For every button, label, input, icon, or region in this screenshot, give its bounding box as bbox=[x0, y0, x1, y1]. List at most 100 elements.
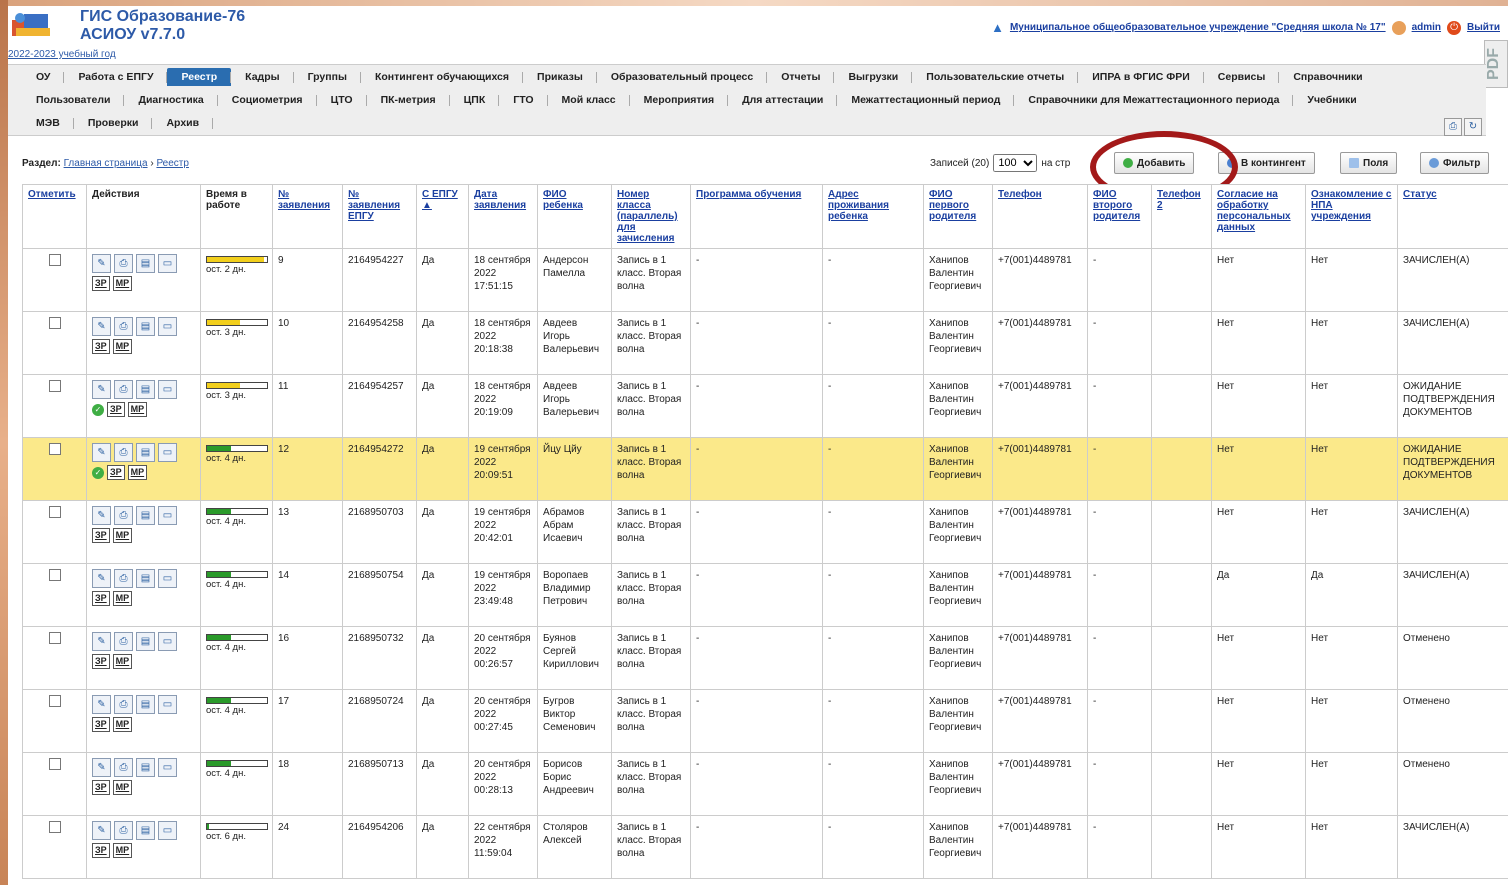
edit-icon[interactable]: ✎ bbox=[92, 632, 111, 651]
edit-icon[interactable]: ✎ bbox=[92, 569, 111, 588]
document-icon[interactable]: ▭ bbox=[158, 695, 177, 714]
document-icon[interactable]: ▭ bbox=[158, 821, 177, 840]
er-tag[interactable]: ЗР bbox=[92, 780, 110, 795]
row-checkbox[interactable] bbox=[48, 569, 61, 581]
fields-button[interactable]: Поля bbox=[1340, 152, 1398, 174]
card-icon[interactable]: ▤ bbox=[136, 632, 155, 651]
menu-item[interactable]: Образовательный процесс bbox=[597, 68, 768, 86]
card-icon[interactable]: ▤ bbox=[136, 695, 155, 714]
row-checkbox[interactable] bbox=[48, 380, 61, 392]
row-checkbox[interactable] bbox=[48, 443, 61, 455]
menu-item[interactable]: Группы bbox=[294, 68, 362, 86]
row-checkbox[interactable] bbox=[48, 254, 61, 266]
row-checkbox[interactable] bbox=[48, 821, 61, 833]
filter-button[interactable]: Фильтр bbox=[1420, 152, 1490, 174]
er-tag[interactable]: ЗР bbox=[92, 276, 110, 291]
edit-icon[interactable]: ✎ bbox=[92, 254, 111, 273]
menu-item[interactable]: Социометрия bbox=[218, 91, 317, 109]
er-tag[interactable]: ЗР bbox=[107, 465, 125, 480]
pdf-badge[interactable]: PDF bbox=[1484, 40, 1508, 88]
document-icon[interactable]: ▭ bbox=[158, 380, 177, 399]
menu-item[interactable]: Работа с ЕПГУ bbox=[64, 68, 168, 86]
mr-tag[interactable]: МР bbox=[112, 780, 133, 795]
menu-item[interactable]: Сервисы bbox=[1204, 68, 1280, 86]
mr-tag[interactable]: МР bbox=[112, 717, 133, 732]
menu-item[interactable]: ПК-метрия bbox=[367, 91, 450, 109]
mr-tag[interactable]: МР bbox=[112, 843, 133, 858]
menu-item[interactable]: Межаттестационный период bbox=[837, 91, 1015, 109]
check-icon[interactable]: ✓ bbox=[92, 403, 104, 416]
document-icon[interactable]: ▭ bbox=[158, 632, 177, 651]
menu-item[interactable]: Выгрузки bbox=[834, 68, 913, 86]
menu-item[interactable]: Контингент обучающихся bbox=[361, 68, 524, 86]
column-header[interactable]: Телефон bbox=[992, 184, 1088, 249]
print-icon[interactable]: ⎙ bbox=[114, 254, 133, 273]
breadcrumb-current[interactable]: Реестр bbox=[156, 158, 189, 169]
org-link[interactable]: Муниципальное общеобразовательное учрежд… bbox=[1010, 22, 1386, 33]
print-icon[interactable]: ⎙ bbox=[114, 380, 133, 399]
row-checkbox[interactable] bbox=[48, 695, 61, 707]
row-checkbox[interactable] bbox=[48, 506, 61, 518]
card-icon[interactable]: ▤ bbox=[136, 380, 155, 399]
menu-item[interactable]: Диагностика bbox=[124, 91, 219, 109]
column-header[interactable]: Номер класса (параллель) для зачисления bbox=[611, 184, 691, 249]
card-icon[interactable]: ▤ bbox=[136, 317, 155, 336]
column-header[interactable]: ФИО ребенка bbox=[537, 184, 612, 249]
card-icon[interactable]: ▤ bbox=[136, 443, 155, 462]
column-header[interactable]: Статус bbox=[1397, 184, 1508, 249]
column-header[interactable]: Телефон 2 bbox=[1151, 184, 1212, 249]
mr-tag[interactable]: МР bbox=[127, 465, 148, 480]
er-tag[interactable]: ЗР bbox=[92, 591, 110, 606]
document-icon[interactable]: ▭ bbox=[158, 758, 177, 777]
menu-item[interactable]: Проверки bbox=[74, 114, 153, 132]
edit-icon[interactable]: ✎ bbox=[92, 380, 111, 399]
menu-item[interactable]: Пользователи bbox=[22, 91, 125, 109]
card-icon[interactable]: ▤ bbox=[136, 758, 155, 777]
column-header[interactable]: № заявления ЕПГУ bbox=[342, 184, 417, 249]
menu-item[interactable]: ИПРА в ФГИС ФРИ bbox=[1078, 68, 1204, 86]
menu-item[interactable]: Для аттестации bbox=[728, 91, 838, 109]
menu-item[interactable]: Пользовательские отчеты bbox=[912, 68, 1079, 86]
card-icon[interactable]: ▤ bbox=[136, 506, 155, 525]
er-tag[interactable]: ЗР bbox=[92, 717, 110, 732]
menu-item[interactable]: Приказы bbox=[523, 68, 597, 86]
exit-link[interactable]: Выйти bbox=[1467, 22, 1500, 33]
column-header[interactable]: Дата заявления bbox=[468, 184, 538, 249]
print-icon[interactable]: ⎙ bbox=[114, 506, 133, 525]
row-checkbox[interactable] bbox=[48, 758, 61, 770]
check-icon[interactable]: ✓ bbox=[92, 466, 104, 479]
mr-tag[interactable]: МР bbox=[112, 591, 133, 606]
print-icon[interactable]: ⎙ bbox=[114, 443, 133, 462]
menu-item[interactable]: Реестр bbox=[167, 67, 232, 86]
print-icon[interactable]: ⎙ bbox=[114, 569, 133, 588]
print-icon[interactable]: ⎙ bbox=[114, 695, 133, 714]
column-header[interactable]: Отметить bbox=[22, 184, 87, 249]
er-tag[interactable]: ЗР bbox=[92, 339, 110, 354]
mr-tag[interactable]: МР bbox=[112, 654, 133, 669]
column-header[interactable]: № заявления bbox=[272, 184, 343, 249]
print-icon[interactable]: ⎙ bbox=[114, 632, 133, 651]
er-tag[interactable]: ЗР bbox=[92, 528, 110, 543]
mr-tag[interactable]: МР bbox=[112, 339, 133, 354]
row-checkbox[interactable] bbox=[48, 632, 61, 644]
column-header[interactable]: Адрес проживания ребенка bbox=[822, 184, 924, 249]
menu-item[interactable]: Мой класс bbox=[548, 91, 630, 109]
edit-icon[interactable]: ✎ bbox=[92, 443, 111, 462]
refresh-icon[interactable]: ↻ bbox=[1464, 118, 1482, 136]
column-header[interactable]: Ознакомление с НПА учреждения bbox=[1305, 184, 1398, 249]
mr-tag[interactable]: МР bbox=[127, 402, 148, 417]
column-header[interactable]: С ЕПГУ ▲ bbox=[416, 184, 469, 249]
mr-tag[interactable]: МР bbox=[112, 276, 133, 291]
menu-item[interactable]: ЦПК bbox=[450, 91, 500, 109]
mr-tag[interactable]: МР bbox=[112, 528, 133, 543]
document-icon[interactable]: ▭ bbox=[158, 254, 177, 273]
menu-item[interactable]: Мероприятия bbox=[630, 91, 729, 109]
edit-icon[interactable]: ✎ bbox=[92, 758, 111, 777]
er-tag[interactable]: ЗР bbox=[92, 654, 110, 669]
menu-item[interactable]: МЭВ bbox=[22, 114, 74, 132]
menu-item[interactable]: Архив bbox=[152, 114, 213, 132]
edit-icon[interactable]: ✎ bbox=[92, 695, 111, 714]
edit-icon[interactable]: ✎ bbox=[92, 821, 111, 840]
document-icon[interactable]: ▭ bbox=[158, 317, 177, 336]
menu-item[interactable]: ГТО bbox=[499, 91, 548, 109]
